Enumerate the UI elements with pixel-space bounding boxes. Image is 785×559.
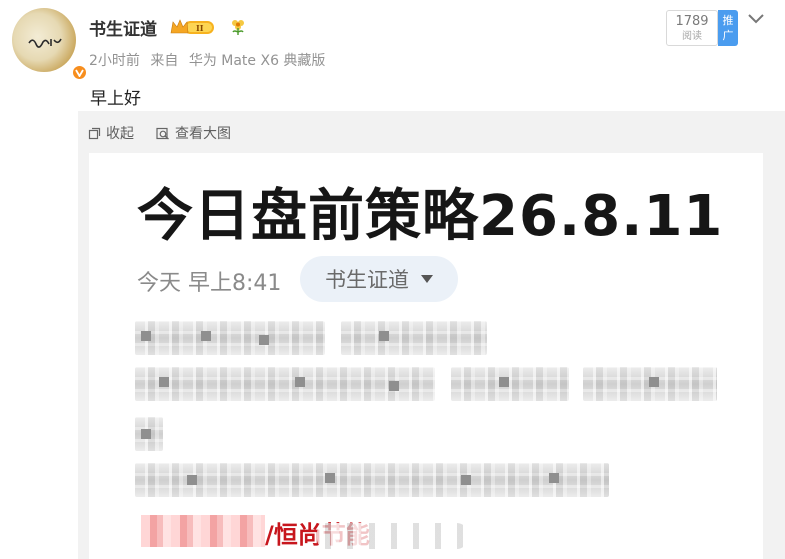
avatar[interactable] xyxy=(12,8,88,81)
mosaic-red-block xyxy=(141,515,265,547)
mosaic-line xyxy=(341,321,487,355)
mosaic-block xyxy=(499,377,509,387)
collapse-label: 收起 xyxy=(106,126,134,142)
flower-badge-icon[interactable] xyxy=(228,16,248,36)
post-text: 早上好 xyxy=(90,89,141,109)
verified-icon xyxy=(71,64,88,81)
image-author-pill: 书生证道 xyxy=(300,256,458,302)
watermark-mosaic xyxy=(317,523,467,549)
mosaic-block xyxy=(461,475,471,485)
mosaic-block xyxy=(649,377,659,387)
mosaic-block xyxy=(141,429,151,439)
view-large-label: 查看大图 xyxy=(175,126,231,142)
post-time[interactable]: 2小时前 xyxy=(89,53,140,69)
mosaic-block xyxy=(187,475,197,485)
image-pill-author: 书生证道 xyxy=(325,268,409,292)
read-count-box: 1789 阅读 xyxy=(666,10,718,46)
mosaic-block xyxy=(549,473,559,483)
image-title: 今日盘前策略26.8.11 xyxy=(137,184,724,249)
collapse-button[interactable]: 收起 xyxy=(88,123,134,143)
mosaic-block xyxy=(295,377,305,387)
mosaic-block xyxy=(379,331,389,341)
mosaic-block xyxy=(201,331,211,341)
view-large-button[interactable]: 查看大图 xyxy=(156,123,231,143)
mosaic-line xyxy=(135,321,325,355)
read-count: 1789 xyxy=(675,14,709,29)
post-image[interactable]: 今日盘前策略26.8.11 今天 早上8:41 书生证道 /恒尚节能 xyxy=(89,153,763,559)
caret-down-icon xyxy=(421,275,433,283)
image-date: 今天 早上8:41 xyxy=(137,271,282,296)
mosaic-line xyxy=(135,463,609,497)
mosaic-block xyxy=(141,331,151,341)
mosaic-block xyxy=(325,473,335,483)
media-toolbar: 收起 查看大图 xyxy=(88,124,253,142)
author-name[interactable]: 书生证道 xyxy=(89,15,157,40)
source-device[interactable]: 华为 Mate X6 典藏版 xyxy=(189,53,326,69)
post-meta: 2小时前 来自 华为 Mate X6 典藏版 xyxy=(89,50,331,70)
avatar-calligraphy-icon xyxy=(28,38,62,48)
collapse-icon xyxy=(88,127,101,139)
mosaic-block xyxy=(389,381,399,391)
svg-text:II: II xyxy=(196,23,204,33)
mosaic-line xyxy=(451,367,569,401)
chevron-down-icon[interactable] xyxy=(747,13,765,25)
mosaic-block xyxy=(159,377,169,387)
mosaic-block xyxy=(259,335,269,345)
vip-crown-icon[interactable]: II xyxy=(170,18,216,36)
zoom-in-icon xyxy=(156,127,169,139)
read-label: 阅读 xyxy=(682,31,702,42)
source-prefix: 来自 xyxy=(150,53,179,69)
promote-button[interactable]: 推广 xyxy=(718,10,738,46)
